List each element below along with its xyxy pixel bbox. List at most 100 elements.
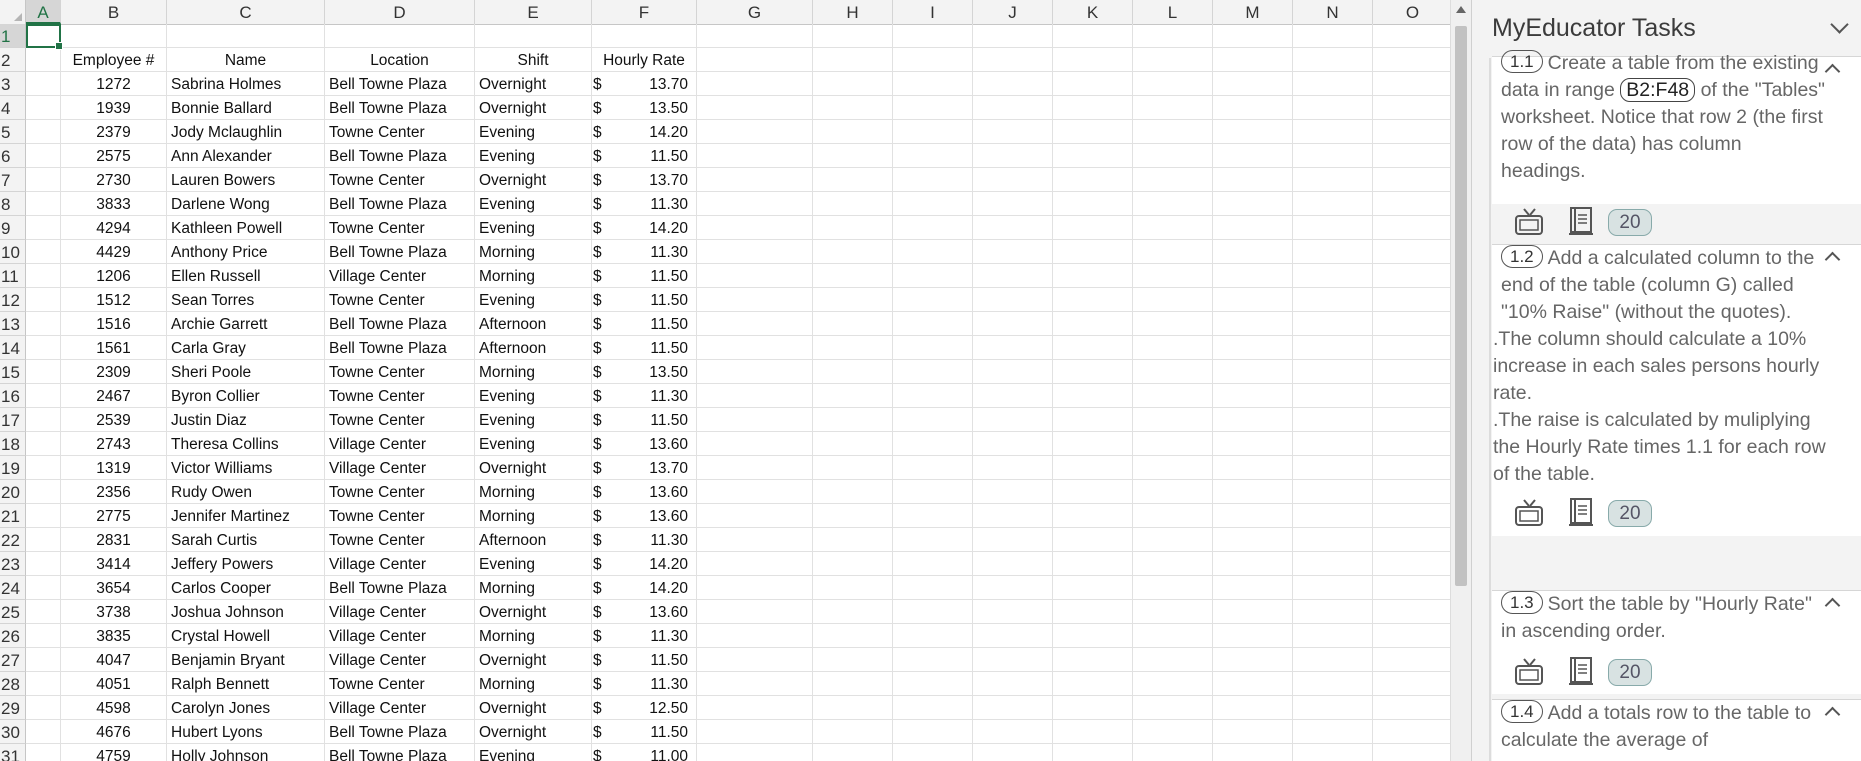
column-header-k[interactable]: K [1053,0,1133,24]
cell[interactable] [973,288,1053,312]
cell[interactable] [813,744,893,761]
column-header-a[interactable]: A [26,0,61,24]
cell[interactable] [697,48,813,72]
cell[interactable] [893,288,973,312]
shift-cell[interactable]: Afternoon [475,528,592,552]
row-header-24[interactable]: 24 [0,576,26,600]
employee-number-cell[interactable]: 2575 [61,144,167,168]
cell[interactable] [697,24,813,48]
cell[interactable] [26,408,61,432]
cell[interactable] [1293,264,1373,288]
cell[interactable] [973,744,1053,761]
cell[interactable] [1053,288,1133,312]
cell[interactable] [813,648,893,672]
cell[interactable] [813,384,893,408]
cell[interactable] [1053,672,1133,696]
cell[interactable] [26,240,61,264]
cell[interactable] [26,720,61,744]
location-cell[interactable]: Towne Center [325,408,475,432]
cell[interactable] [1373,552,1450,576]
employee-number-cell[interactable]: 3738 [61,600,167,624]
cell[interactable] [26,312,61,336]
employee-number-cell[interactable]: 2775 [61,504,167,528]
cell[interactable] [1133,24,1213,48]
shift-cell[interactable]: Overnight [475,600,592,624]
cell[interactable] [893,480,973,504]
cell[interactable] [26,648,61,672]
cell[interactable] [813,456,893,480]
cell[interactable] [973,552,1053,576]
name-cell[interactable]: Carla Gray [167,336,325,360]
cell[interactable] [1053,240,1133,264]
cell[interactable] [697,168,813,192]
cell[interactable] [1213,360,1293,384]
cell[interactable] [1133,96,1213,120]
cell[interactable] [697,192,813,216]
name-cell[interactable]: Anthony Price [167,240,325,264]
location-cell[interactable]: Towne Center [325,672,475,696]
cell[interactable] [1373,528,1450,552]
cell[interactable] [973,696,1053,720]
employee-number-cell[interactable]: 2539 [61,408,167,432]
cell[interactable] [1213,624,1293,648]
cell[interactable] [973,480,1053,504]
cell[interactable] [1293,96,1373,120]
hourly-rate-cell[interactable]: $11.30 [592,192,697,216]
row-header-27[interactable]: 27 [0,648,26,672]
cell[interactable] [26,576,61,600]
cell[interactable] [26,384,61,408]
cell[interactable] [1373,456,1450,480]
cell[interactable] [813,144,893,168]
cell[interactable] [1293,456,1373,480]
cell[interactable] [1053,600,1133,624]
cell[interactable] [893,720,973,744]
cell[interactable] [26,216,61,240]
location-cell[interactable]: Village Center [325,432,475,456]
cell[interactable] [697,672,813,696]
shift-cell[interactable]: Overnight [475,168,592,192]
cell[interactable] [1293,408,1373,432]
cell[interactable] [1053,120,1133,144]
cell[interactable] [813,624,893,648]
location-cell[interactable]: Village Center [325,648,475,672]
cell[interactable] [893,624,973,648]
cell[interactable] [697,552,813,576]
cell[interactable] [893,168,973,192]
cell[interactable] [26,552,61,576]
cell[interactable] [973,216,1053,240]
cell[interactable] [1213,600,1293,624]
location-cell[interactable]: Towne Center [325,288,475,312]
cell[interactable] [1293,72,1373,96]
cell[interactable] [1293,528,1373,552]
cell[interactable] [1133,528,1213,552]
cell[interactable] [893,432,973,456]
row-header-14[interactable]: 14 [0,336,26,360]
cell[interactable] [893,504,973,528]
row-header-17[interactable]: 17 [0,408,26,432]
row-header-12[interactable]: 12 [0,288,26,312]
shift-cell[interactable]: Afternoon [475,312,592,336]
employee-number-cell[interactable]: 3835 [61,624,167,648]
cell[interactable] [1133,192,1213,216]
shift-cell[interactable]: Morning [475,240,592,264]
name-cell[interactable]: Carlos Cooper [167,576,325,600]
cell[interactable] [1373,480,1450,504]
shift-cell[interactable]: Morning [475,480,592,504]
cell[interactable] [813,480,893,504]
hourly-rate-cell[interactable]: $14.20 [592,552,697,576]
name-cell[interactable]: Theresa Collins [167,432,325,456]
employee-number-cell[interactable]: 1319 [61,456,167,480]
cell[interactable] [26,480,61,504]
cell[interactable] [26,72,61,96]
location-cell[interactable]: Towne Center [325,480,475,504]
cell[interactable] [1133,168,1213,192]
cell[interactable] [1293,600,1373,624]
cell[interactable] [1373,744,1450,761]
row-header-7[interactable]: 7 [0,168,26,192]
cell[interactable] [1373,600,1450,624]
cell[interactable] [1213,336,1293,360]
cell[interactable] [1133,432,1213,456]
employee-number-cell[interactable]: 4429 [61,240,167,264]
row-header-31[interactable]: 31 [0,744,26,761]
cell[interactable] [697,384,813,408]
